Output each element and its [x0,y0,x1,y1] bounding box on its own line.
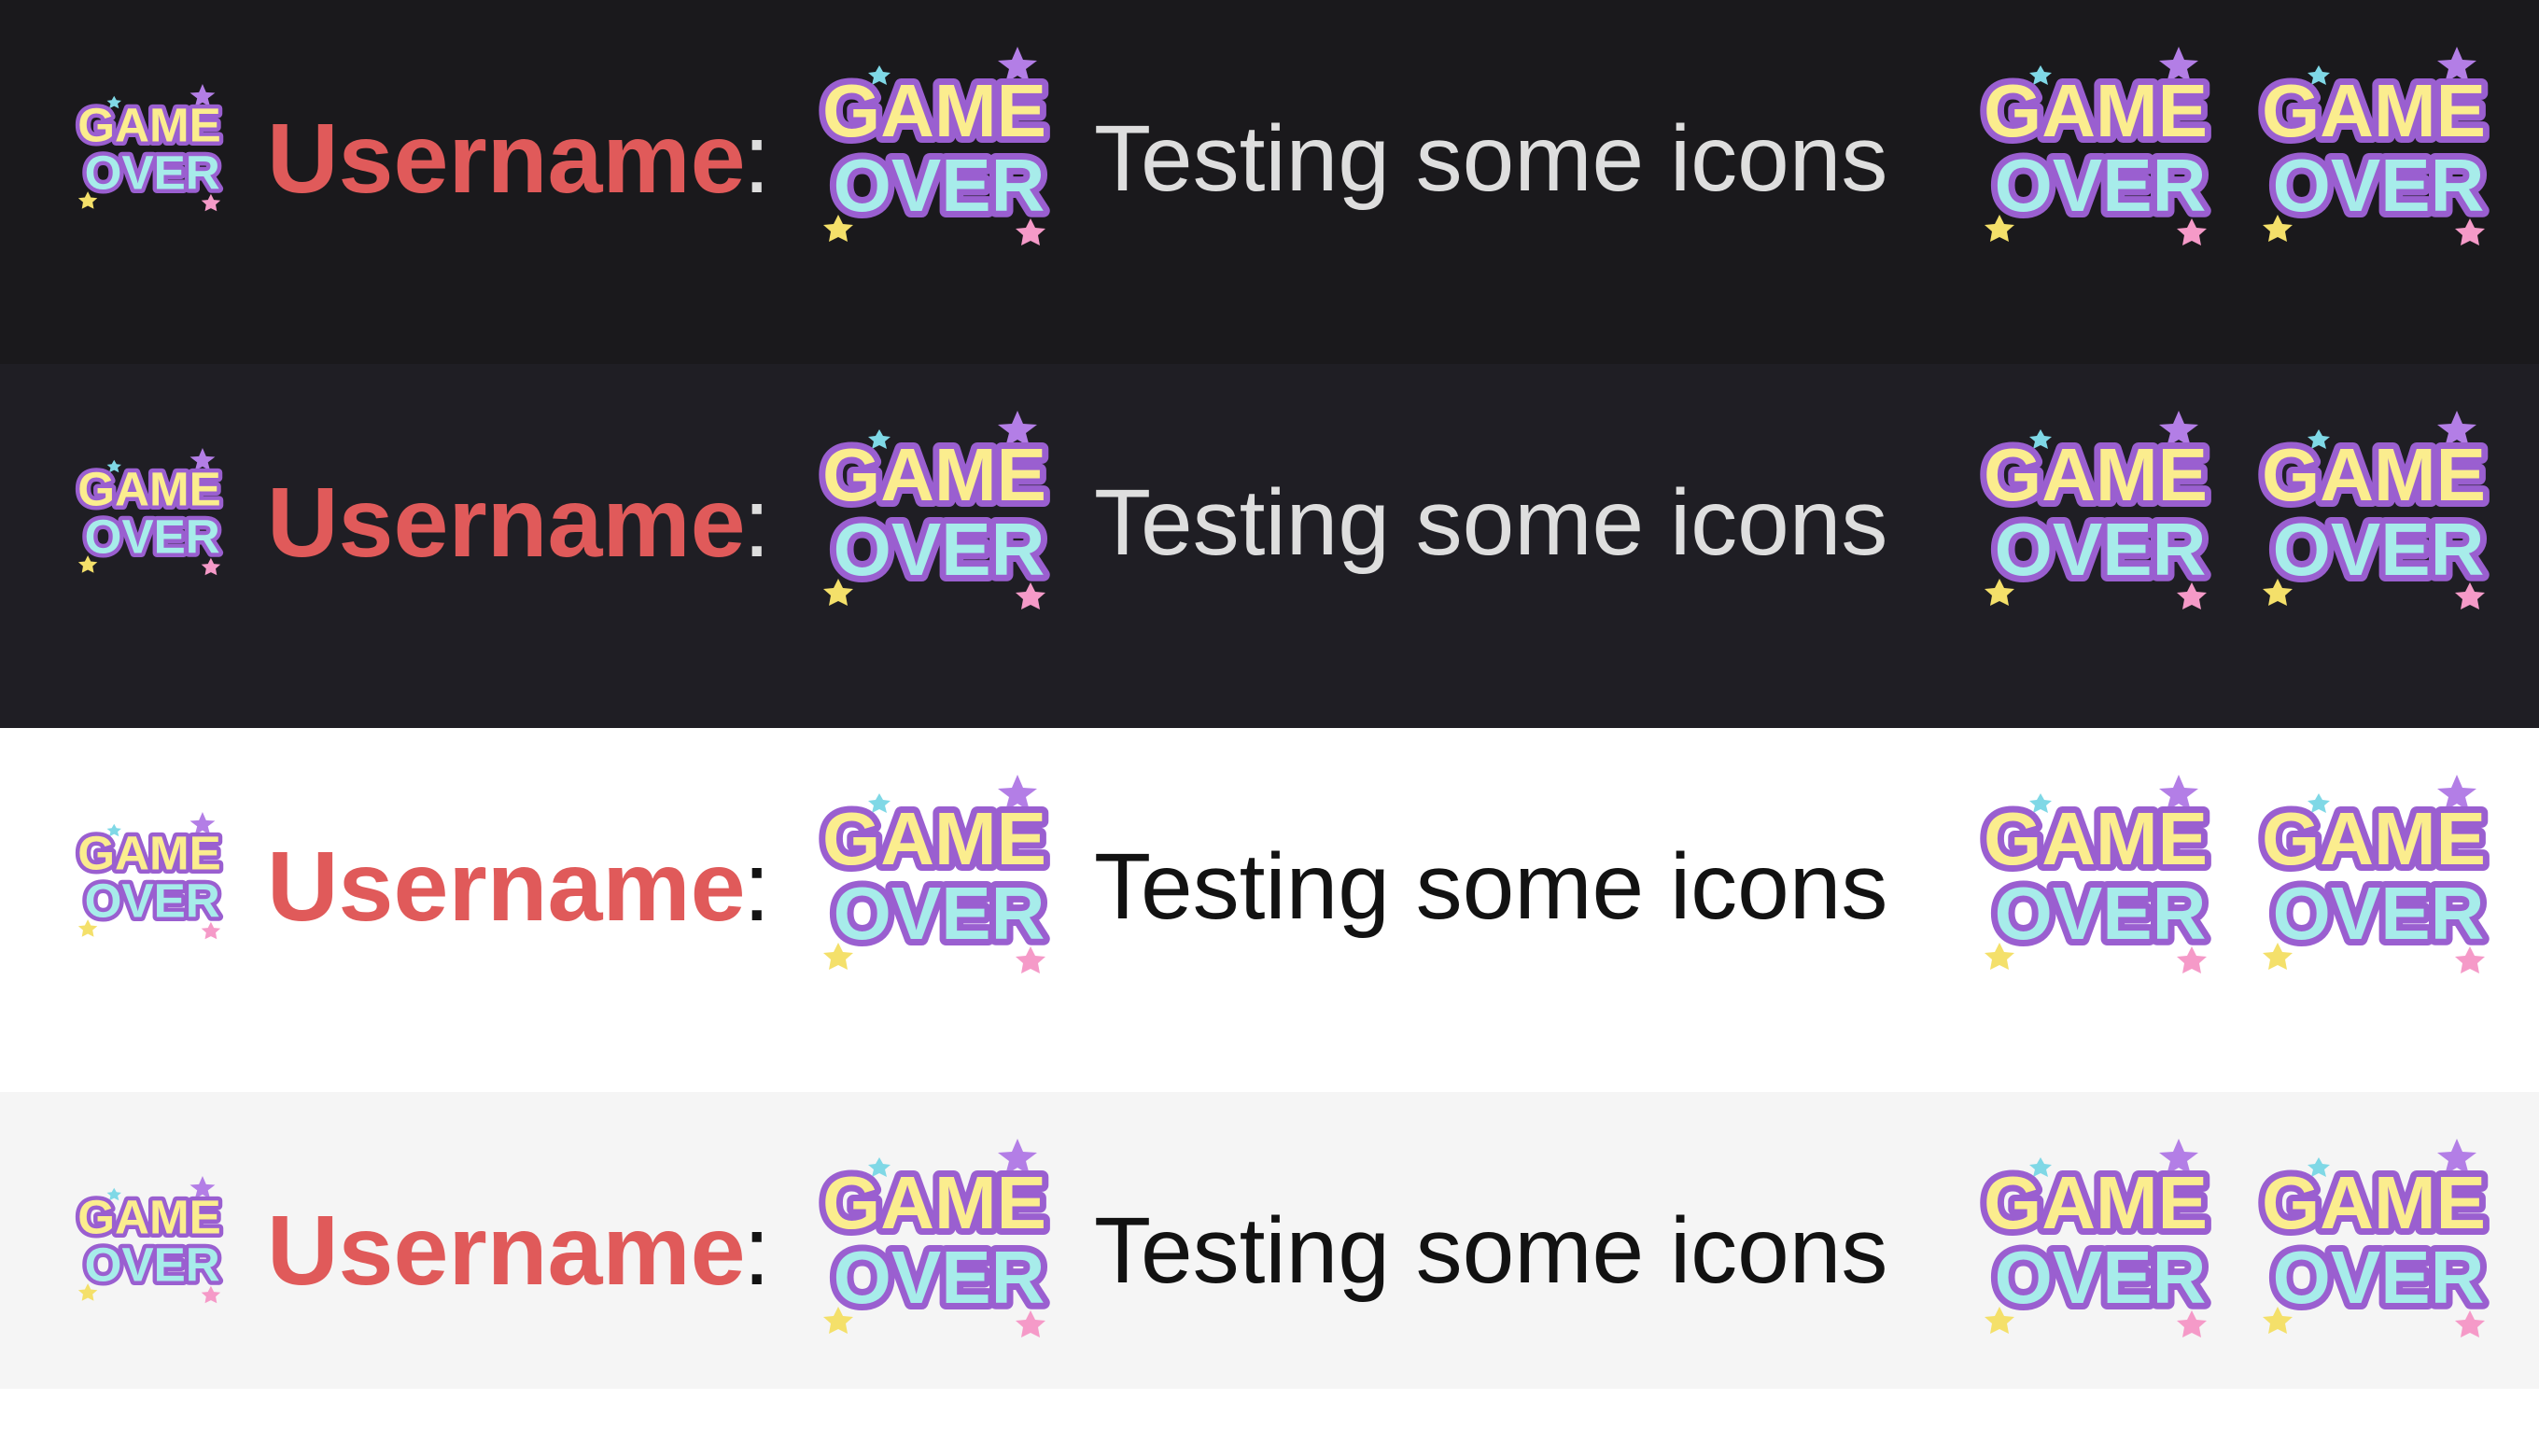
svg-text:GAME: GAME [2262,1161,2486,1244]
game-over-graphic: GAME OVER [818,1139,1051,1337]
svg-text:OVER: OVER [1995,508,2207,591]
svg-text:GAME: GAME [1984,433,2208,516]
username-colon: : [743,832,771,942]
svg-text:OVER: OVER [1995,1236,2207,1319]
chat-row-lightgray: GAME OVER Username : GAME OVER Testing s… [0,1092,2539,1389]
game-over-graphic: GAME OVER [1979,47,2212,245]
game-over-icon: GAME OVER [1979,43,2212,258]
message-text: Testing some icons [1094,106,1888,211]
game-over-icon: GAME OVER [1979,771,2212,986]
game-over-icon: GAME OVER [2257,771,2490,986]
svg-text:OVER: OVER [1995,144,2207,227]
game-over-icon: GAME OVER [818,43,1051,258]
game-over-graphic: GAME OVER [2257,47,2490,245]
message-text: Testing some icons [1094,834,1888,939]
game-over-graphic: GAME OVER [75,811,224,940]
game-over-graphic: GAME OVER [1979,411,2212,609]
game-over-graphic: GAME OVER [2257,411,2490,609]
svg-text:GAME: GAME [2262,69,2486,152]
svg-text:OVER: OVER [2273,1236,2485,1319]
game-over-icon: GAME OVER [1979,1135,2212,1350]
message-text: Testing some icons [1094,470,1888,575]
svg-text:OVER: OVER [1995,872,2207,955]
chat-row-dim: GAME OVER Username : GAME OVER Testing s… [0,364,2539,728]
game-over-graphic: GAME OVER [818,775,1051,973]
username-colon: : [743,104,771,214]
svg-text:GAME: GAME [77,826,221,879]
game-over-icon: GAME OVER [75,80,224,220]
svg-text:OVER: OVER [2273,872,2485,955]
svg-text:OVER: OVER [834,1236,1045,1319]
game-over-graphic: GAME OVER [2257,775,2490,973]
game-over-icon: GAME OVER [2257,407,2490,622]
game-over-icon: GAME OVER [75,808,224,948]
svg-text:GAME: GAME [822,69,1046,152]
svg-text:GAME: GAME [77,462,221,515]
game-over-icon: GAME OVER [818,771,1051,986]
svg-text:GAME: GAME [2262,797,2486,880]
svg-text:GAME: GAME [77,1190,221,1243]
svg-text:GAME: GAME [77,98,221,151]
game-over-icon: GAME OVER [818,407,1051,622]
svg-text:OVER: OVER [834,144,1045,227]
svg-text:GAME: GAME [1984,1161,2208,1244]
game-over-graphic: GAME OVER [2257,1139,2490,1337]
game-over-icon: GAME OVER [2257,1135,2490,1350]
game-over-graphic: GAME OVER [818,47,1051,245]
game-over-graphic: GAME OVER [1979,1139,2212,1337]
game-over-graphic: GAME OVER [75,1175,224,1304]
svg-text:GAME: GAME [1984,69,2208,152]
game-over-icon: GAME OVER [1979,407,2212,622]
message-text: Testing some icons [1094,1198,1888,1303]
game-over-icon: GAME OVER [75,1172,224,1312]
chat-row-light: GAME OVER Username : GAME OVER Testing s… [0,728,2539,1092]
game-over-icon: GAME OVER [2257,43,2490,258]
svg-text:GAME: GAME [822,1161,1046,1244]
svg-text:OVER: OVER [2273,144,2485,227]
username-label[interactable]: Username [267,831,746,943]
game-over-graphic: GAME OVER [1979,775,2212,973]
username-label[interactable]: Username [267,1195,746,1307]
game-over-icon: GAME OVER [75,444,224,584]
svg-text:GAME: GAME [2262,433,2486,516]
svg-text:GAME: GAME [1984,797,2208,880]
game-over-graphic: GAME OVER [75,83,224,212]
game-over-graphic: GAME OVER [818,411,1051,609]
game-over-icon: GAME OVER [818,1135,1051,1350]
svg-text:OVER: OVER [834,508,1045,591]
svg-text:OVER: OVER [85,1239,220,1292]
svg-text:GAME: GAME [822,797,1046,880]
username-colon: : [743,1196,771,1306]
chat-preview-list: GAME OVER Username : GAME OVER Testing s… [0,0,2539,1389]
username-label[interactable]: Username [267,467,746,579]
game-over-graphic: GAME OVER [75,447,224,576]
svg-text:OVER: OVER [85,875,220,928]
svg-text:OVER: OVER [85,147,220,200]
svg-text:OVER: OVER [2273,508,2485,591]
username-label[interactable]: Username [267,103,746,215]
svg-text:OVER: OVER [834,872,1045,955]
svg-text:GAME: GAME [822,433,1046,516]
svg-text:OVER: OVER [85,511,220,564]
username-colon: : [743,468,771,578]
chat-row-dark: GAME OVER Username : GAME OVER Testing s… [0,0,2539,364]
